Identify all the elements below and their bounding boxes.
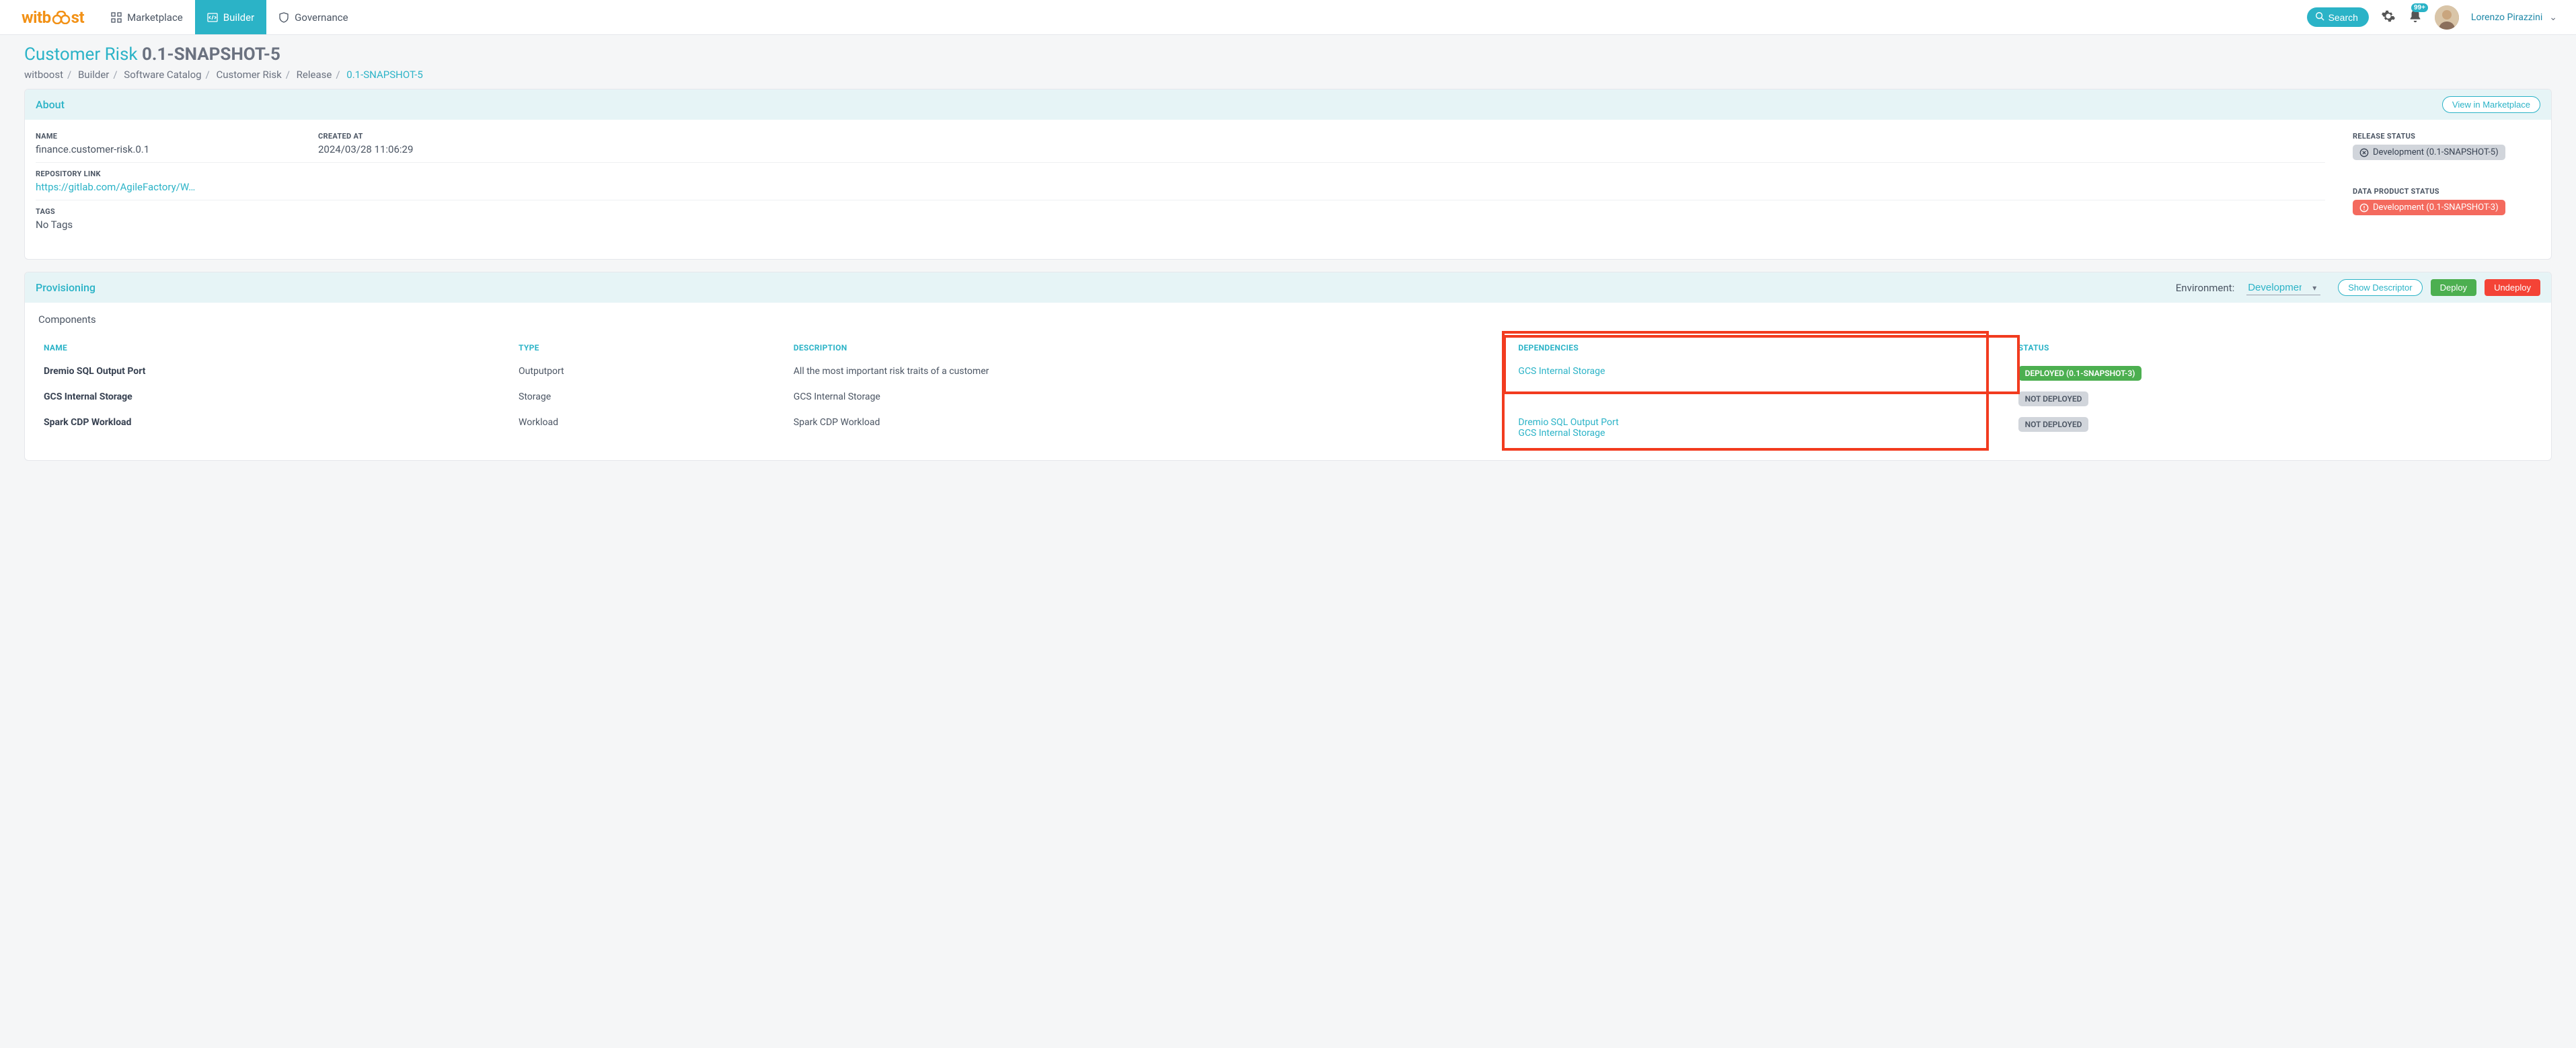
view-marketplace-button[interactable]: View in Marketplace xyxy=(2442,96,2540,113)
components-label: Components xyxy=(38,313,2538,326)
created-label: CREATED AT xyxy=(318,132,1308,141)
search-button[interactable]: Search xyxy=(2307,7,2369,27)
component-description: Spark CDP Workload xyxy=(788,412,1513,444)
x-circle-icon xyxy=(2359,148,2369,157)
user-menu[interactable]: Lorenzo Pirazzini ⌄ xyxy=(2471,12,2557,23)
component-status: NOT DEPLOYED xyxy=(2013,412,2538,444)
search-icon xyxy=(2315,11,2324,23)
release-status-text: Development (0.1-SNAPSHOT-5) xyxy=(2373,147,2499,157)
deploy-button[interactable]: Deploy xyxy=(2431,279,2476,296)
title-prefix: Customer Risk xyxy=(24,44,142,65)
table-row: Spark CDP WorkloadWorkloadSpark CDP Work… xyxy=(38,412,2538,444)
nav-builder[interactable]: Builder xyxy=(195,0,266,34)
topbar-right: Search 99+ Lorenzo Pirazzini ⌄ xyxy=(2307,5,2557,30)
release-status-label: RELEASE STATUS xyxy=(2353,132,2540,141)
col-description[interactable]: DESCRIPTION xyxy=(788,338,1513,361)
search-label: Search xyxy=(2328,12,2358,23)
name-label: NAME xyxy=(36,132,291,141)
component-type: Storage xyxy=(513,386,788,412)
page-content: Customer Risk 0.1-SNAPSHOT-5 witboost/ B… xyxy=(0,35,2576,493)
show-descriptor-button[interactable]: Show Descriptor xyxy=(2338,279,2422,296)
release-status-pill: Development (0.1-SNAPSHOT-5) xyxy=(2353,145,2505,160)
crumb[interactable]: Builder xyxy=(78,69,109,81)
component-name: GCS Internal Storage xyxy=(38,386,513,412)
code-icon xyxy=(207,12,218,23)
table-row: GCS Internal StorageStorageGCS Internal … xyxy=(38,386,2538,412)
settings-button[interactable] xyxy=(2381,9,2396,26)
dp-status-pill: Development (0.1-SNAPSHOT-3) xyxy=(2353,200,2505,215)
crumb[interactable]: Software Catalog xyxy=(124,69,201,81)
crumb[interactable]: witboost xyxy=(24,69,63,81)
component-status: NOT DEPLOYED xyxy=(2013,386,2538,412)
repo-label: REPOSITORY LINK xyxy=(36,170,2325,178)
tags-label: TAGS xyxy=(36,207,2325,216)
component-name: Spark CDP Workload xyxy=(38,412,513,444)
breadcrumb: witboost/ Builder/ Software Catalog/ Cus… xyxy=(24,69,2552,81)
component-dependencies: Dremio SQL Output PortGCS Internal Stora… xyxy=(1513,412,2012,444)
notifications-button[interactable]: 99+ xyxy=(2408,9,2423,26)
table-row: Dremio SQL Output PortOutputportAll the … xyxy=(38,361,2538,386)
undeploy-button[interactable]: Undeploy xyxy=(2485,279,2540,296)
created-value: 2024/03/28 11:06:29 xyxy=(318,143,1308,155)
dp-status-label: DATA PRODUCT STATUS xyxy=(2353,187,2540,196)
logo[interactable]: witbst xyxy=(22,8,84,27)
name-value: finance.customer-risk.0.1 xyxy=(36,143,291,155)
notification-badge: 99+ xyxy=(2411,3,2428,12)
component-description: All the most important risk traits of a … xyxy=(788,361,1513,386)
component-status: DEPLOYED (0.1-SNAPSHOT-3) xyxy=(2013,361,2538,386)
shield-icon xyxy=(278,12,289,23)
status-badge: DEPLOYED (0.1-SNAPSHOT-3) xyxy=(2018,366,2142,381)
crumb-current: 0.1-SNAPSHOT-5 xyxy=(346,69,423,81)
component-description: GCS Internal Storage xyxy=(788,386,1513,412)
col-status[interactable]: STATUS xyxy=(2013,338,2538,361)
avatar[interactable] xyxy=(2435,5,2459,30)
user-name-label: Lorenzo Pirazzini xyxy=(2471,12,2542,23)
dependency-link[interactable]: GCS Internal Storage xyxy=(1518,428,2006,439)
provisioning-header: Provisioning Environment: Development Sh… xyxy=(25,272,2551,303)
about-header: About View in Marketplace xyxy=(25,89,2551,120)
provisioning-card: Provisioning Environment: Development Sh… xyxy=(24,272,2552,461)
col-dependencies[interactable]: DEPENDENCIES xyxy=(1513,338,2012,361)
about-card: About View in Marketplace NAME finance.c… xyxy=(24,89,2552,260)
col-type[interactable]: TYPE xyxy=(513,338,788,361)
component-type: Workload xyxy=(513,412,788,444)
component-dependencies: GCS Internal Storage xyxy=(1513,361,2012,386)
tags-value: No Tags xyxy=(36,219,2325,231)
dependency-link[interactable]: Dremio SQL Output Port xyxy=(1518,417,2006,428)
topbar: witbst Marketplace Builder Governance Se… xyxy=(0,0,2576,35)
nav-label: Marketplace xyxy=(127,11,183,24)
chevron-down-icon: ⌄ xyxy=(2549,12,2557,23)
about-title: About xyxy=(36,98,65,111)
nav-governance[interactable]: Governance xyxy=(266,0,360,34)
col-name[interactable]: NAME xyxy=(38,338,513,361)
page-title: Customer Risk 0.1-SNAPSHOT-5 xyxy=(24,44,2552,65)
environment-select[interactable]: Development xyxy=(2246,280,2320,295)
component-name: Dremio SQL Output Port xyxy=(38,361,513,386)
grid-icon xyxy=(111,12,122,23)
title-version: 0.1-SNAPSHOT-5 xyxy=(142,44,280,65)
components-table: NAME TYPE DESCRIPTION DEPENDENCIES STATU… xyxy=(38,338,2538,444)
dependency-link[interactable]: GCS Internal Storage xyxy=(1518,366,2006,377)
dp-status-text: Development (0.1-SNAPSHOT-3) xyxy=(2373,202,2499,213)
component-type: Outputport xyxy=(513,361,788,386)
component-dependencies xyxy=(1513,386,2012,412)
status-badge: NOT DEPLOYED xyxy=(2018,391,2089,406)
provisioning-title: Provisioning xyxy=(36,281,96,294)
env-label: Environment: xyxy=(2176,282,2234,294)
alert-circle-icon xyxy=(2359,203,2369,213)
main-nav: Marketplace Builder Governance xyxy=(99,0,361,34)
nav-label: Builder xyxy=(223,11,254,24)
nav-label: Governance xyxy=(295,11,348,24)
nav-marketplace[interactable]: Marketplace xyxy=(99,0,195,34)
crumb[interactable]: Customer Risk xyxy=(216,69,281,81)
gear-icon xyxy=(2381,9,2396,26)
status-badge: NOT DEPLOYED xyxy=(2018,417,2089,432)
crumb[interactable]: Release xyxy=(297,69,332,81)
repo-link[interactable]: https://gitlab.com/AgileFactory/W… xyxy=(36,181,2325,193)
